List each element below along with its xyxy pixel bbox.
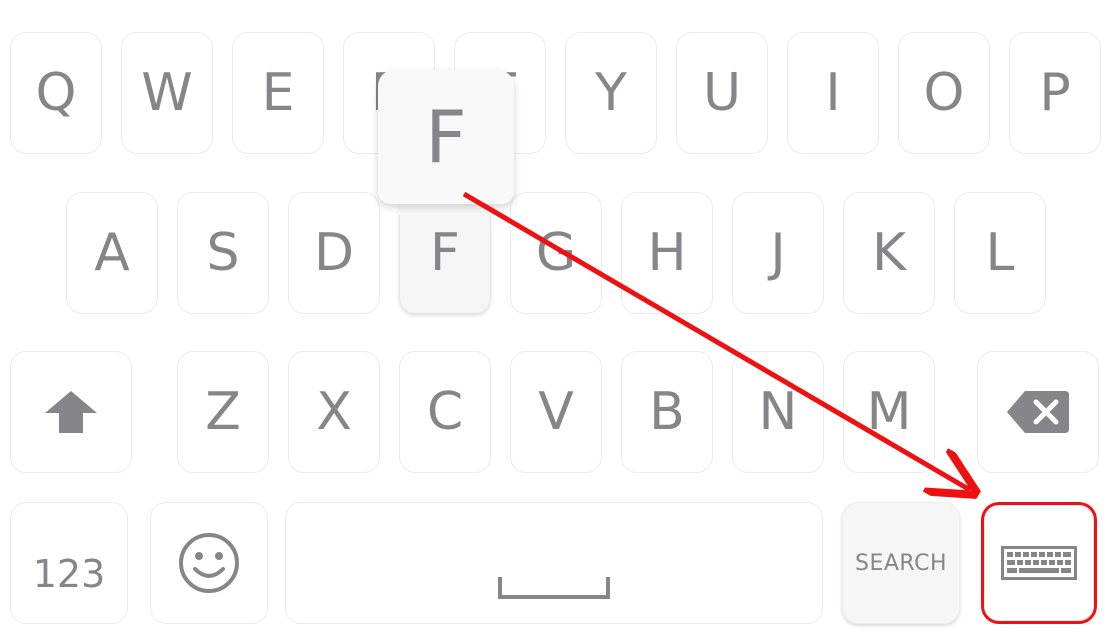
key-a[interactable]: A: [66, 192, 158, 314]
shift-key[interactable]: [10, 351, 132, 473]
emoji-key[interactable]: [150, 502, 268, 624]
key-p[interactable]: P: [1009, 32, 1101, 154]
key-d[interactable]: D: [288, 192, 380, 314]
key-q[interactable]: Q: [10, 32, 102, 154]
search-key[interactable]: SEARCH: [842, 502, 960, 624]
backspace-key[interactable]: [977, 351, 1099, 473]
key-v[interactable]: V: [510, 351, 602, 473]
key-z[interactable]: Z: [177, 351, 269, 473]
key-n[interactable]: N: [732, 351, 824, 473]
smiley-face-icon: [179, 533, 239, 593]
key-x[interactable]: X: [288, 351, 380, 473]
key-j[interactable]: J: [732, 192, 824, 314]
key-y[interactable]: Y: [565, 32, 657, 154]
key-c[interactable]: C: [399, 351, 491, 473]
key-m[interactable]: M: [843, 351, 935, 473]
space-bar-icon: [498, 577, 610, 599]
key-w[interactable]: W: [121, 32, 213, 154]
key-i[interactable]: I: [787, 32, 879, 154]
key-e[interactable]: E: [232, 32, 324, 154]
key-l[interactable]: L: [954, 192, 1046, 314]
key-h[interactable]: H: [621, 192, 713, 314]
key-popup-preview: F: [378, 70, 514, 204]
annotation-highlight-box: [981, 502, 1097, 624]
key-o[interactable]: O: [898, 32, 990, 154]
key-s[interactable]: S: [177, 192, 269, 314]
key-u[interactable]: U: [676, 32, 768, 154]
backspace-icon: [1007, 391, 1069, 433]
shift-arrow-icon: [45, 391, 97, 433]
key-b[interactable]: B: [621, 351, 713, 473]
key-g[interactable]: G: [510, 192, 602, 314]
numbers-key[interactable]: 123: [10, 502, 128, 624]
key-k[interactable]: K: [843, 192, 935, 314]
space-bar[interactable]: [285, 502, 823, 624]
